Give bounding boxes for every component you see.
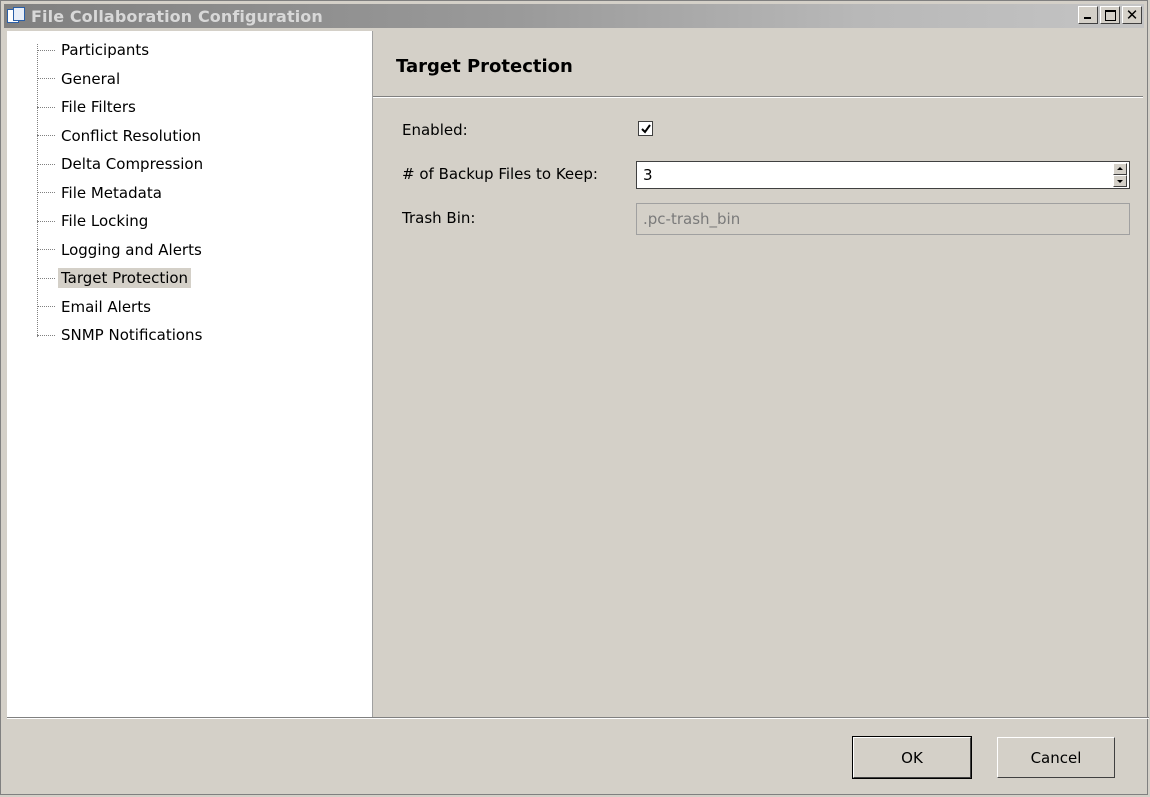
header-divider [373, 97, 1143, 98]
title-bar[interactable]: File Collaboration Configuration ✕ [4, 4, 1144, 28]
tree-connector [37, 192, 55, 193]
trash-bin-value: .pc-trash_bin [643, 210, 741, 228]
tree-item[interactable]: File Locking [7, 207, 151, 235]
tree-item-label: Logging and Alerts [61, 240, 202, 259]
config-dialog: File Collaboration Configuration ✕ Parti… [0, 0, 1149, 795]
decrement-button[interactable] [1113, 175, 1127, 187]
panel-header: Target Protection [373, 31, 1143, 97]
tree-connector [37, 334, 55, 336]
tree-item-label: Target Protection [58, 268, 192, 288]
minimize-button[interactable] [1078, 6, 1098, 24]
settings-tree: Participants General File Filters Conflict … [7, 31, 373, 717]
tree-item-label: Email Alerts [61, 297, 151, 316]
tree-item-label: SNMP Notifications [61, 326, 203, 344]
tree-item[interactable]: SNMP Notifications [7, 321, 205, 349]
tree-connector [37, 78, 55, 79]
tree-item[interactable]: Participants [7, 36, 152, 64]
footer-divider-highlight [7, 718, 1149, 719]
tree-item-label: File Locking [61, 212, 149, 230]
enabled-checkbox[interactable] [638, 121, 653, 136]
backup-count-label: # of Backup Files to Keep: [402, 165, 598, 183]
tree-connector [37, 49, 55, 51]
tree-connector [37, 277, 55, 279]
app-icon [7, 7, 27, 25]
cancel-button[interactable]: Cancel [997, 737, 1115, 778]
close-button[interactable]: ✕ [1122, 6, 1142, 24]
tree-connector [37, 220, 55, 222]
stepper-buttons [1113, 163, 1127, 187]
tree-item-label: File Metadata [61, 183, 162, 202]
tree-connector [37, 163, 55, 165]
panel-title: Target Protection [396, 56, 573, 77]
tree-item-label: Participants [61, 41, 150, 59]
tree-connector [37, 306, 55, 307]
trash-bin-field: .pc-trash_bin [636, 203, 1130, 235]
tree-item[interactable]: Delta Compression [7, 150, 206, 178]
tree-item-label: General [61, 69, 121, 88]
tree-item[interactable]: General [7, 65, 123, 93]
tree-item[interactable]: Email Alerts [7, 293, 154, 321]
backup-count-stepper[interactable]: 3 [636, 161, 1130, 189]
tree-item[interactable]: Target Protection [7, 264, 192, 292]
tree-connector [37, 106, 55, 108]
window-title: File Collaboration Configuration [31, 6, 323, 26]
tree-item-label: Delta Compression [61, 155, 204, 173]
backup-count-value[interactable]: 3 [643, 166, 653, 184]
tree-connector [37, 135, 55, 136]
tree-item[interactable]: File Metadata [7, 179, 165, 207]
trash-bin-label: Trash Bin: [402, 209, 476, 227]
tree-item[interactable]: File Filters [7, 93, 139, 121]
tree-item-label: Conflict Resolution [61, 126, 202, 145]
tree-connector [37, 249, 55, 250]
window-controls: ✕ [1076, 6, 1142, 24]
tree-item[interactable]: Logging and Alerts [7, 236, 205, 264]
increment-button[interactable] [1113, 163, 1127, 175]
tree-item-label: File Filters [61, 98, 136, 116]
settings-panel: Target Protection Enabled: # of Backup F… [373, 31, 1143, 717]
ok-button[interactable]: OK [852, 736, 972, 779]
maximize-button[interactable] [1100, 6, 1120, 24]
checkmark-icon [641, 124, 651, 134]
enabled-label: Enabled: [402, 121, 468, 139]
tree-item[interactable]: Conflict Resolution [7, 122, 204, 150]
